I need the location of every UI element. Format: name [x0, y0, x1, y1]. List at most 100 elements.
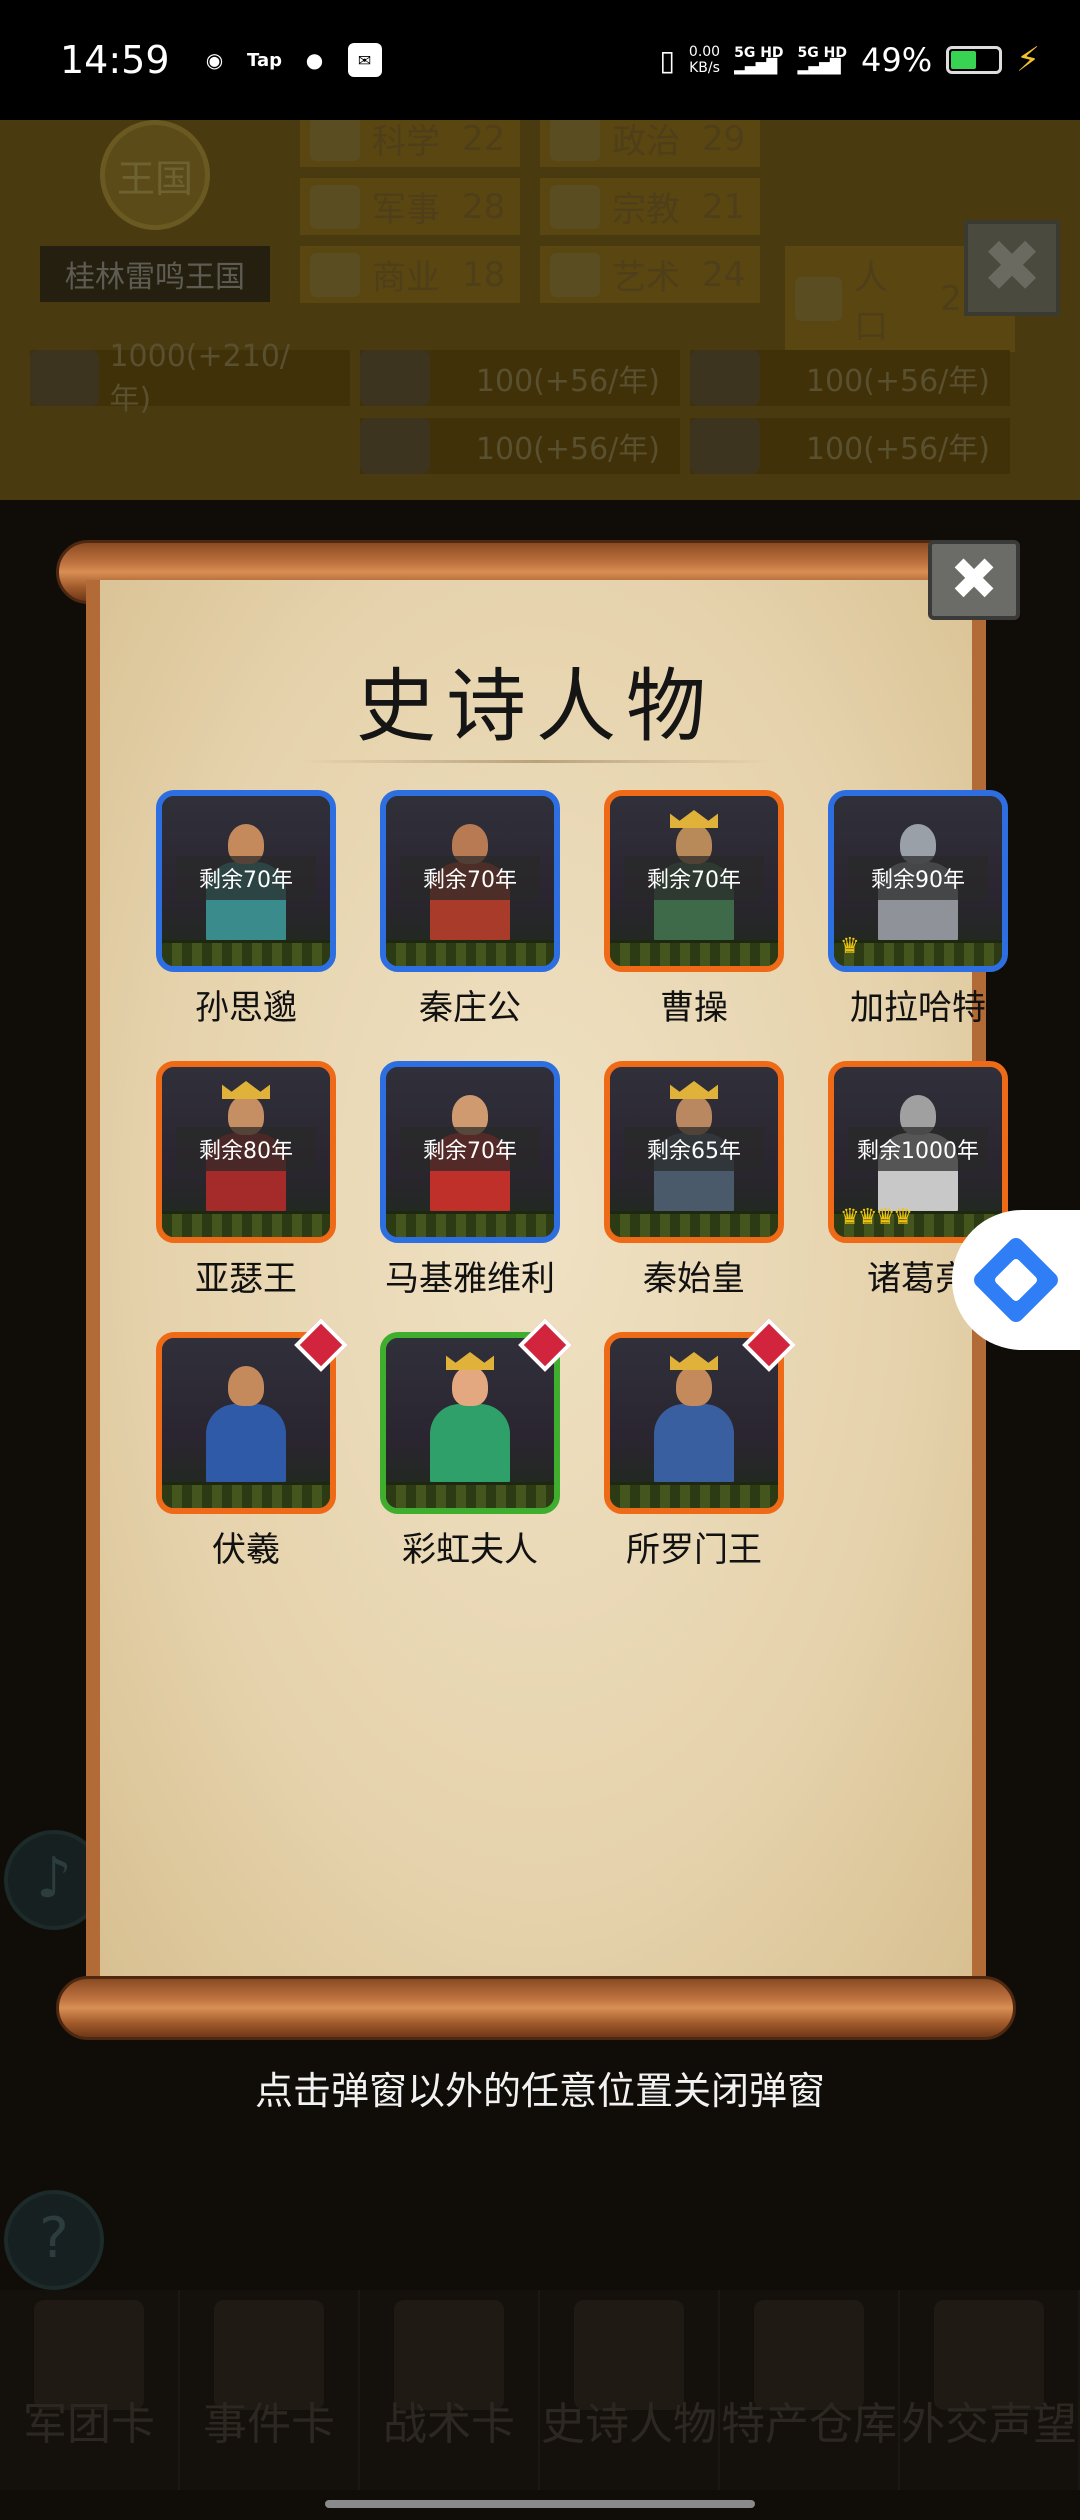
remaining-years-label: 剩余70年: [176, 856, 316, 900]
scroll-paper: 史诗人物 剩余70年 孙思邈 剩余70年 秦庄公 剩余70年 曹操 ♛ 剩余90年 加拉哈特 剩余…: [86, 580, 1008, 2000]
character-card[interactable]: ♛ 剩余90年加拉哈特: [828, 790, 1008, 1029]
game-close-button[interactable]: ✖: [964, 220, 1060, 316]
character-portrait[interactable]: 剩余70年: [156, 790, 336, 972]
resource-iron: 100(+56/年): [360, 418, 680, 474]
character-card[interactable]: 剩余70年马基雅维利: [380, 1061, 560, 1300]
grass-strip: [834, 940, 1002, 966]
grass-strip: [386, 1211, 554, 1237]
character-figure: [206, 1366, 286, 1486]
status-bar: 14:59 ◉ Tap ● ✉ ▯ 0.00 KB/s 5G HD ▂▄▆█ 5G…: [0, 0, 1080, 120]
charging-icon: ⚡: [1016, 40, 1040, 80]
character-portrait[interactable]: 剩余70年: [380, 790, 560, 972]
character-card[interactable]: 伏羲: [156, 1318, 348, 1571]
nav-tactic-cards[interactable]: 战术卡: [360, 2290, 540, 2490]
grass-strip: [386, 1482, 554, 1508]
character-name: 秦庄公: [419, 988, 521, 1028]
letter-icon: [934, 2300, 1044, 2410]
remaining-years-label: 剩余80年: [176, 1127, 316, 1171]
rank-crowns-icon: ♛♛♛♛: [840, 1205, 913, 1230]
nav-event-cards[interactable]: 事件卡: [180, 2290, 360, 2490]
shield-icon: [394, 2300, 504, 2410]
signal-1: 5G HD ▂▄▆█: [734, 45, 784, 75]
grass-strip: [610, 940, 778, 966]
character-card[interactable]: 剩余65年秦始皇: [604, 1061, 784, 1300]
remaining-years-label: 剩余1000年: [848, 1127, 988, 1171]
character-portrait[interactable]: 剩余70年: [380, 1061, 560, 1243]
stat-art: 艺术 24: [540, 246, 760, 303]
gesture-bar[interactable]: [325, 2500, 755, 2508]
tap-icon: Tap: [247, 49, 283, 71]
wood-icon: [360, 350, 430, 406]
remaining-years-label: 剩余70年: [400, 856, 540, 900]
person-icon: [795, 277, 843, 321]
remaining-years-label: 剩余90年: [848, 856, 988, 900]
nav-diplomacy[interactable]: 外交声望: [900, 2290, 1080, 2490]
nav-legion-cards[interactable]: 军团卡: [0, 2290, 180, 2490]
character-portrait[interactable]: ♛ 剩余90年: [828, 790, 1008, 972]
character-card[interactable]: 彩虹夫人: [380, 1318, 572, 1571]
character-name: 加拉哈特: [850, 988, 986, 1028]
character-card[interactable]: 所罗门王: [604, 1318, 796, 1571]
lotus-icon: [550, 252, 600, 297]
grass-strip: [162, 1211, 330, 1237]
character-name: 秦始皇: [643, 1259, 745, 1299]
grass-strip: [162, 940, 330, 966]
battery-icon: [946, 46, 1003, 74]
kingdom-name: 桂林雷鸣王国: [40, 246, 270, 302]
bottom-nav: 军团卡 事件卡 战术卡 史诗人物 特产仓库 外交声望: [0, 2290, 1080, 2490]
character-portrait[interactable]: 剩余80年: [156, 1061, 336, 1243]
character-portrait[interactable]: 剩余70年: [604, 790, 784, 972]
resource-meat: 100(+56/年): [690, 418, 1010, 474]
stat-commerce: 商业 18: [300, 246, 520, 303]
planet-icon: [310, 116, 360, 161]
remaining-years-label: 剩余70年: [400, 1127, 540, 1171]
help-button[interactable]: ?: [4, 2190, 104, 2290]
network-speed: 0.00 KB/s: [688, 44, 721, 76]
grass-strip: [386, 940, 554, 966]
grass-strip: [610, 1482, 778, 1508]
floating-assistant-button[interactable]: [952, 1210, 1080, 1350]
kingdom-emblem: 王国: [100, 120, 210, 230]
modal-title: 史诗人物: [356, 660, 716, 753]
vibrate-icon: ▯: [659, 43, 675, 77]
character-name: 亚瑟王: [195, 1259, 297, 1299]
clock: 14:59: [60, 38, 170, 82]
grass-strip: [162, 1482, 330, 1508]
character-portrait[interactable]: ♛♛♛♛ 剩余1000年: [828, 1061, 1008, 1243]
character-name: 孙思邈: [195, 988, 297, 1028]
cube-icon: [970, 1234, 1062, 1326]
meat-icon: [690, 418, 760, 474]
dismiss-hint: 点击弹窗以外的任意位置关闭弹窗: [254, 2069, 825, 2113]
crown-icon: [574, 2300, 684, 2410]
character-figure: [654, 1352, 734, 1486]
character-card[interactable]: 剩余70年秦庄公: [380, 790, 560, 1029]
character-name: 所罗门王: [626, 1530, 762, 1570]
scroll-roller-bottom: [56, 1976, 1016, 2040]
resource-stone: 100(+56/年): [690, 350, 1010, 406]
nav-specialty-warehouse[interactable]: 特产仓库: [720, 2290, 900, 2490]
resource-wood: 100(+56/年): [360, 350, 680, 406]
mail-icon: ✉: [347, 43, 382, 77]
character-card[interactable]: 剩余70年 曹操: [604, 790, 784, 1029]
signal-2: 5G HD ▂▄▆█: [797, 45, 847, 75]
chat-icon: ●: [305, 48, 324, 72]
character-name: 彩虹夫人: [402, 1530, 538, 1570]
scroll-icon: [214, 2300, 324, 2410]
swords-icon: [310, 184, 360, 229]
title-divider: [300, 760, 772, 763]
scales-icon: [310, 252, 360, 297]
character-card[interactable]: 剩余70年孙思邈: [156, 790, 336, 1029]
character-grid: 剩余70年 孙思邈 剩余70年 秦庄公 剩余70年 曹操 ♛ 剩余90年 加拉哈特 剩余80年 亚瑟…: [156, 790, 1008, 1571]
character-portrait[interactable]: 剩余65年: [604, 1061, 784, 1243]
temple-icon: [550, 116, 600, 161]
rank-crowns-icon: ♛: [840, 934, 860, 959]
stat-religion: 宗教 21: [540, 178, 760, 235]
remaining-years-label: 剩余65年: [624, 1127, 764, 1171]
character-name: 马基雅维利: [385, 1259, 555, 1299]
helmet-icon: [34, 2300, 144, 2410]
modal-close-button[interactable]: ✖: [928, 540, 1020, 620]
character-card[interactable]: 剩余80年亚瑟王: [156, 1061, 336, 1300]
nav-epic-characters[interactable]: 史诗人物: [540, 2290, 720, 2490]
resource-gold: 1000(+210/年): [30, 339, 350, 417]
stat-military: 军事 28: [300, 178, 520, 235]
